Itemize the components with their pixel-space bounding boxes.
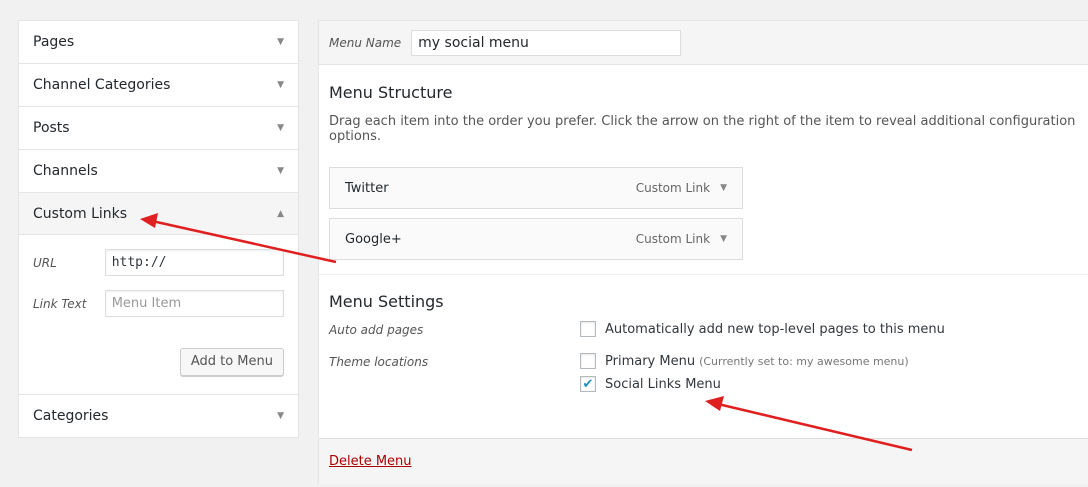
menu-structure-title: Menu Structure [329, 83, 453, 102]
accordion-section-posts: Posts ▼ [19, 107, 298, 150]
menu-items-accordion: Pages ▼ Channel Categories ▼ Posts ▼ Cha… [18, 20, 299, 438]
menu-name-input[interactable]: my social menu [411, 29, 682, 56]
menu-name-bar: Menu Name my social menu [319, 21, 1088, 65]
primary-menu-option[interactable]: Primary Menu (Currently set to: my aweso… [580, 353, 909, 369]
accordion-header-custom-links[interactable]: Custom Links ▲ [19, 193, 298, 235]
menu-item-twitter[interactable]: Twitter Custom Link ▼ [329, 167, 743, 209]
caret-up-icon[interactable]: ▲ [277, 209, 284, 219]
primary-menu-checkbox[interactable] [580, 353, 596, 369]
caret-down-icon[interactable]: ▼ [277, 166, 284, 176]
theme-locations-row: Theme locations Primary Menu (Currently … [329, 353, 1087, 399]
auto-add-option[interactable]: Automatically add new top-level pages to… [580, 321, 945, 337]
caret-down-icon[interactable]: ▼ [277, 37, 284, 47]
menu-settings-title: Menu Settings [329, 292, 444, 311]
accordion-header-categories[interactable]: Categories ▼ [19, 395, 298, 437]
menu-item-title: Twitter [345, 180, 389, 196]
link-text-label: Link Text [33, 296, 87, 311]
auto-add-checkbox[interactable] [580, 321, 596, 337]
url-input[interactable]: http:// [104, 249, 284, 276]
primary-menu-text: Primary Menu [605, 353, 696, 369]
accordion-section-channels: Channels ▼ [19, 150, 298, 193]
accordion-section-pages: Pages ▼ [19, 21, 298, 64]
menu-item-title: Google+ [345, 231, 402, 247]
accordion-label: Channels [33, 163, 98, 179]
delete-menu-link[interactable]: Delete Menu [329, 454, 412, 469]
menu-settings-section: Menu Settings Auto add pages Automatical… [319, 275, 1088, 437]
auto-add-row: Auto add pages Automatically add new top… [329, 321, 1087, 344]
menu-edit-panel: Menu Name my social menu Menu Structure … [318, 20, 1088, 484]
auto-add-label: Auto add pages [329, 323, 424, 337]
accordion-section-categories: Categories ▼ [19, 395, 298, 437]
menu-name-label: Menu Name [329, 35, 402, 50]
social-links-menu-text: Social Links Menu [605, 376, 721, 392]
auto-add-text: Automatically add new top-level pages to… [605, 321, 945, 337]
menu-item-type: Custom Link [635, 232, 711, 246]
auto-add-options: Automatically add new top-level pages to… [580, 321, 945, 344]
menu-footer: Delete Menu [319, 438, 1088, 484]
accordion-section-channel-categories: Channel Categories ▼ [19, 64, 298, 107]
menu-item-controls: Custom Link ▼ [636, 181, 727, 195]
accordion-header-channels[interactable]: Channels ▼ [19, 150, 298, 192]
menu-item-type: Custom Link [635, 181, 711, 195]
link-text-row: Link Text Menu Item [33, 290, 284, 317]
caret-down-icon[interactable]: ▼ [277, 80, 284, 90]
link-text-input[interactable]: Menu Item [104, 290, 284, 317]
menu-item-google-plus[interactable]: Google+ Custom Link ▼ [329, 218, 743, 260]
accordion-label: Custom Links [33, 205, 128, 222]
theme-locations-label: Theme locations [329, 355, 429, 369]
url-row: URL http:// [33, 249, 284, 276]
checkmark-icon: ✔ [582, 376, 594, 392]
accordion-label: Categories [33, 408, 109, 424]
accordion-label: Pages [33, 34, 75, 50]
accordion-section-custom-links: Custom Links ▲ URL http:// Link Text Men… [19, 193, 298, 395]
menu-structure-section: Menu Structure Drag each item into the o… [319, 65, 1088, 275]
primary-menu-note: (Currently set to: my awesome menu) [699, 354, 909, 368]
theme-locations-options: Primary Menu (Currently set to: my aweso… [580, 353, 909, 399]
caret-down-icon[interactable]: ▼ [277, 123, 284, 133]
caret-down-icon[interactable]: ▼ [720, 183, 727, 193]
url-label: URL [33, 255, 57, 270]
custom-links-form: URL http:// Link Text Menu Item Add to M… [19, 235, 298, 394]
social-links-menu-checkbox[interactable]: ✔ [580, 376, 596, 392]
accordion-header-posts[interactable]: Posts ▼ [19, 107, 298, 149]
menu-structure-description: Drag each item into the order you prefer… [329, 114, 1076, 144]
social-links-menu-option[interactable]: ✔ Social Links Menu [580, 376, 909, 392]
add-to-menu-button[interactable]: Add to Menu [179, 348, 284, 376]
caret-down-icon[interactable]: ▼ [720, 234, 727, 244]
accordion-label: Posts [33, 120, 70, 136]
accordion-label: Channel Categories [33, 77, 171, 93]
menu-item-controls: Custom Link ▼ [636, 232, 727, 246]
accordion-header-channel-categories[interactable]: Channel Categories ▼ [19, 64, 298, 106]
accordion-header-pages[interactable]: Pages ▼ [19, 21, 298, 63]
caret-down-icon[interactable]: ▼ [277, 411, 284, 421]
